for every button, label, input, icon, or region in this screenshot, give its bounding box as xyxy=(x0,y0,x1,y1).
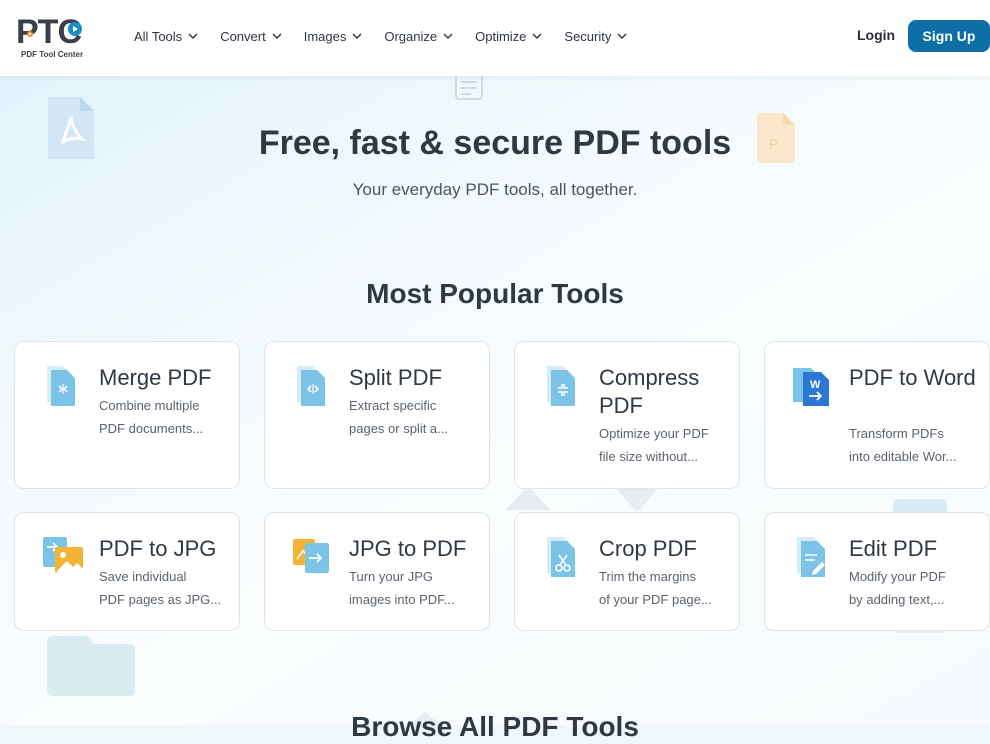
desc-line-2: PDF pages as JPG... xyxy=(99,592,222,607)
tool-card-desc: Transform PDFs into editable Wor... xyxy=(849,422,974,468)
tool-card-merge-pdf[interactable]: Merge PDF Combine multiple PDF documents… xyxy=(14,341,240,489)
nav-all-tools-label: All Tools xyxy=(134,28,183,44)
desc-line-2: into editable Wor... xyxy=(849,449,957,464)
desc-line-2: by adding text,... xyxy=(849,592,945,607)
nav-organize[interactable]: Organize xyxy=(384,26,453,46)
folder-deco-icon xyxy=(47,636,135,696)
tool-card-desc: Extract specific pages or split a... xyxy=(349,394,474,440)
tool-card-title: JPG to PDF xyxy=(349,536,467,561)
nav-organize-label: Organize xyxy=(384,28,438,44)
desc-line-1: Modify your PDF xyxy=(849,569,946,584)
tool-card-desc: Save individual PDF pages as JPG... xyxy=(99,565,224,611)
nav-optimize-label: Optimize xyxy=(475,28,527,44)
jpg-to-pdf-icon xyxy=(293,539,329,573)
top-navbar: PTC PDF Tool Center All Tools Convert Im… xyxy=(0,0,990,76)
brand-logo[interactable]: PTC PDF Tool Center xyxy=(14,12,94,60)
hero-subtitle: Your everyday PDF tools, all together. xyxy=(352,180,638,199)
split-icon xyxy=(297,366,325,406)
desc-line-2: images into PDF... xyxy=(349,592,455,607)
desc-line-2: file size without... xyxy=(599,449,698,464)
tool-card-title: Edit PDF xyxy=(849,536,938,561)
tool-card-desc: Trim the margins of your PDF page... xyxy=(599,565,724,611)
signup-button[interactable]: Sign Up xyxy=(908,20,990,52)
hero-title: Free, fast & secure PDF tools xyxy=(258,124,732,162)
tool-card-pdf-to-jpg[interactable]: PDF to JPG Save individual PDF pages as … xyxy=(14,512,240,631)
popular-tools-heading: Most Popular Tools xyxy=(366,278,624,309)
arrow-up-deco-icon xyxy=(505,486,551,510)
browse-tools-heading: Browse All PDF Tools xyxy=(351,711,639,742)
chevron-down-icon xyxy=(188,33,198,39)
main-nav: All Tools Convert Images Organize Optimi… xyxy=(134,26,649,46)
nav-convert-label: Convert xyxy=(220,28,266,44)
login-link[interactable]: Login xyxy=(857,27,895,43)
desc-line-1: Optimize your PDF xyxy=(599,426,709,441)
tool-card-title: Merge PDF xyxy=(99,365,212,390)
chevron-down-icon xyxy=(352,33,362,39)
arrow-down-deco-icon xyxy=(615,488,659,512)
nav-images-label: Images xyxy=(303,28,347,44)
tool-card-desc: Modify your PDF by adding text,... xyxy=(849,565,974,611)
logo-subtitle: PDF Tool Center xyxy=(21,50,84,59)
merge-icon xyxy=(47,366,75,406)
tool-card-jpg-to-pdf[interactable]: JPG to PDF Turn your JPG images into PDF… xyxy=(264,512,490,631)
edit-icon xyxy=(797,537,825,577)
desc-line-2: pages or split a... xyxy=(349,421,448,436)
nav-all-tools[interactable]: All Tools xyxy=(134,26,198,46)
tool-card-title: PDF to JPG xyxy=(99,536,217,561)
tool-card-pdf-to-word[interactable]: W PDF to Word Transform PDFs into editab… xyxy=(764,341,990,489)
chevron-down-icon xyxy=(443,33,453,39)
nav-convert[interactable]: Convert xyxy=(220,26,282,46)
word-icon: W xyxy=(793,368,829,406)
tool-card-title: Compress PDF xyxy=(599,365,700,418)
desc-line-1: Extract specific xyxy=(349,398,437,413)
crop-icon xyxy=(547,537,575,577)
chevron-down-icon xyxy=(617,33,627,39)
desc-line-1: Transform PDFs xyxy=(849,426,944,441)
desc-line-1: Trim the margins xyxy=(599,569,697,584)
nav-images[interactable]: Images xyxy=(304,26,363,46)
compress-icon xyxy=(547,366,575,406)
nav-optimize[interactable]: Optimize xyxy=(475,26,542,46)
tool-card-title: Crop PDF xyxy=(599,536,697,561)
chevron-down-icon xyxy=(272,33,282,39)
pdf-to-jpg-icon xyxy=(43,537,83,573)
tool-card-desc: Combine multiple PDF documents... xyxy=(99,394,224,440)
play-icon xyxy=(68,22,82,36)
tool-card-compress-pdf[interactable]: Compress PDF Optimize your PDF file size… xyxy=(514,341,740,489)
tool-card-crop-pdf[interactable]: Crop PDF Trim the margins of your PDF pa… xyxy=(514,512,740,631)
desc-line-2: of your PDF page... xyxy=(599,592,712,607)
desc-line-1: Save individual xyxy=(99,569,187,584)
tool-card-desc: Optimize your PDF file size without... xyxy=(599,422,724,468)
desc-line-1: Combine multiple xyxy=(99,398,200,413)
tool-card-title: PDF to Word xyxy=(849,365,976,390)
svg-text:W: W xyxy=(810,379,821,391)
nav-security[interactable]: Security xyxy=(564,26,627,46)
nav-security-label: Security xyxy=(564,28,612,44)
gear-icon xyxy=(27,31,33,37)
tool-card-desc: Turn your JPG images into PDF... xyxy=(349,565,474,611)
desc-line-1: Turn your JPG xyxy=(349,569,434,584)
chevron-down-icon xyxy=(532,33,542,39)
tool-card-title: Split PDF xyxy=(349,365,442,390)
tool-card-split-pdf[interactable]: Split PDF Extract specific pages or spli… xyxy=(264,341,490,489)
desc-line-2: PDF documents... xyxy=(99,421,204,436)
tool-card-edit-pdf[interactable]: Edit PDF Modify your PDF by adding text,… xyxy=(764,512,990,631)
